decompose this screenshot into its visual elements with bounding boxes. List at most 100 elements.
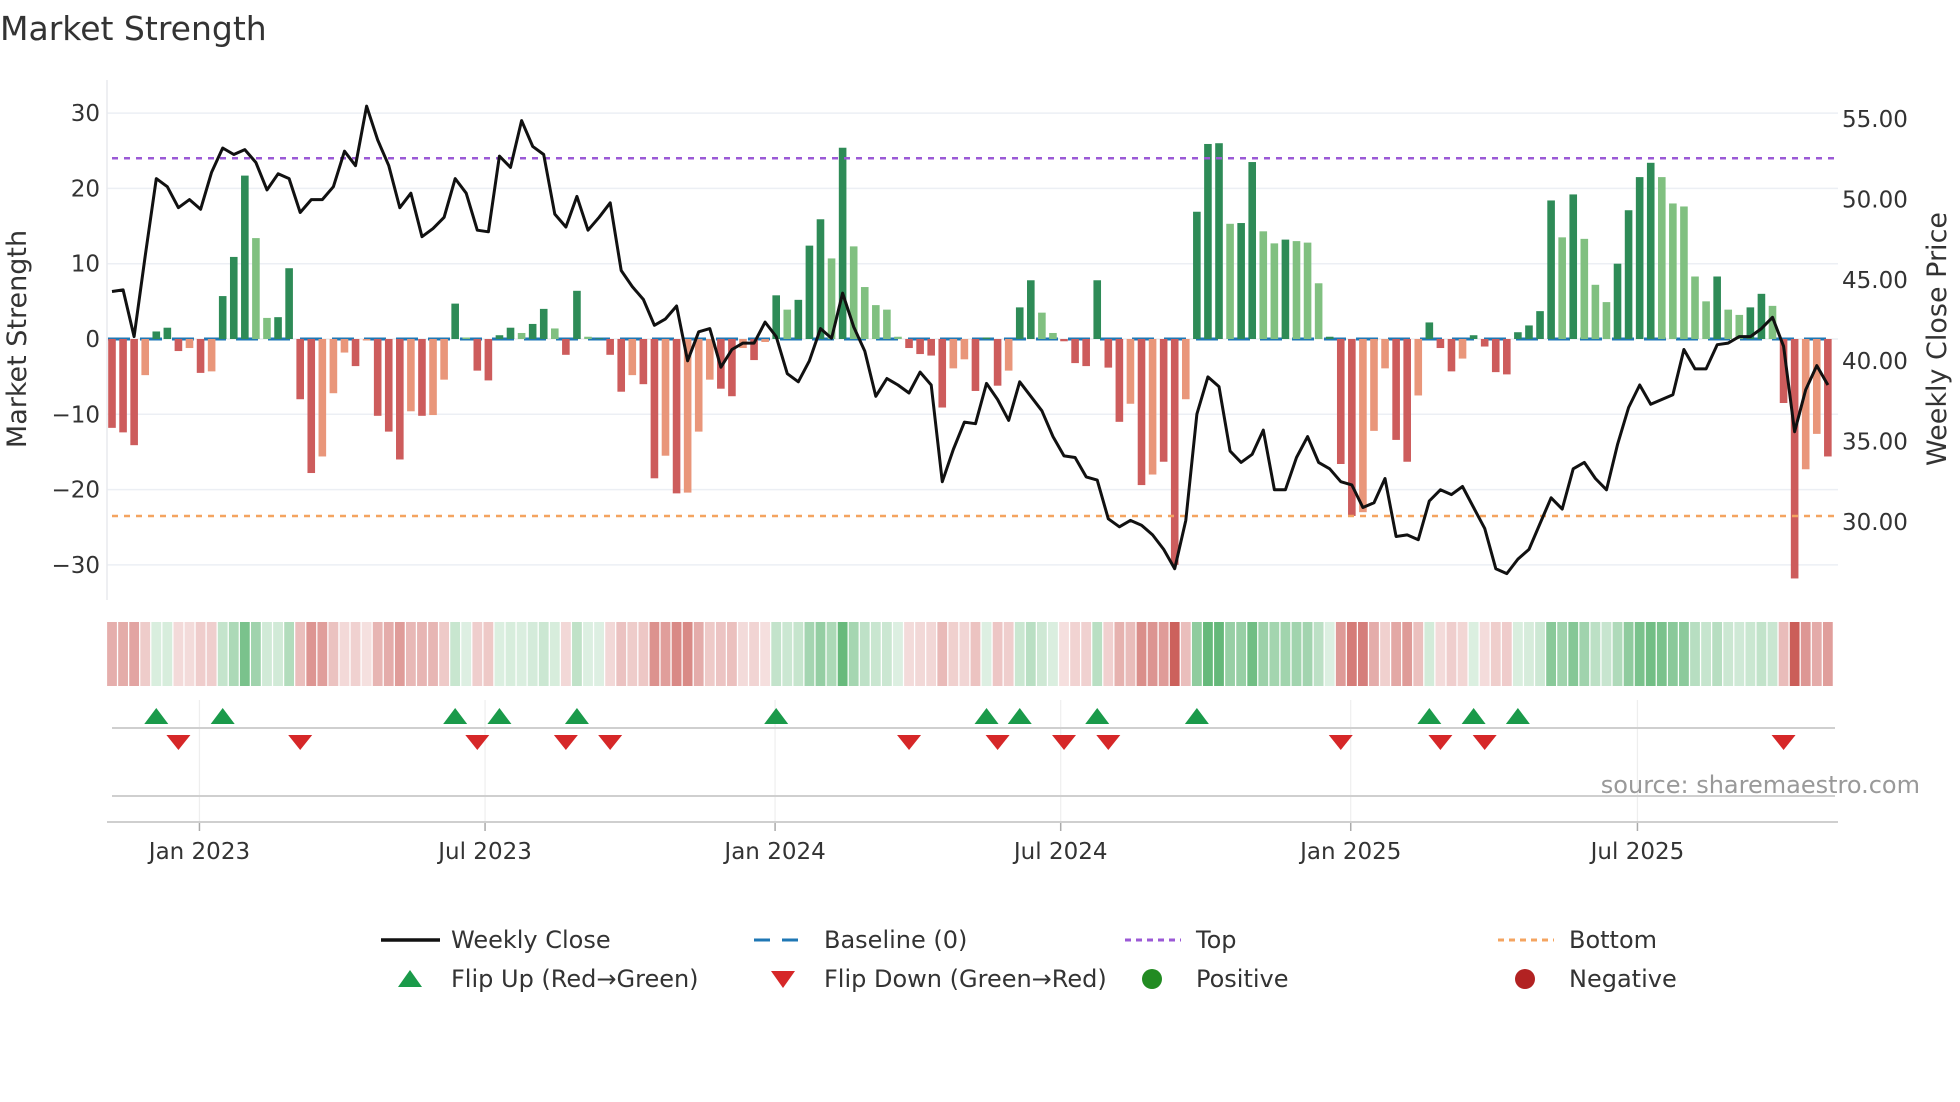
- strength-bar: [606, 339, 614, 355]
- strength-bar: [1458, 339, 1467, 359]
- heat-cell: [1280, 622, 1291, 686]
- strength-bar: [1547, 200, 1555, 339]
- heat-cell: [1734, 622, 1745, 686]
- strength-bar: [462, 337, 471, 339]
- heat-cell: [1568, 622, 1579, 686]
- y-axis-label: Market Strength: [2, 230, 33, 448]
- flip-up-marker: [1505, 708, 1530, 724]
- heat-cell: [1601, 622, 1612, 686]
- strength-bar: [639, 339, 648, 385]
- heat-cell: [560, 622, 571, 686]
- x-tick-label: Jul 2023: [436, 839, 532, 865]
- heat-cell: [251, 622, 261, 686]
- strength-bar: [927, 339, 935, 356]
- heat-cell: [1180, 622, 1191, 686]
- heat-cell: [1656, 622, 1667, 686]
- x-tick-label: Jul 2025: [1589, 839, 1685, 865]
- heat-cell: [1191, 622, 1202, 686]
- y-tick-label: −30: [51, 553, 100, 579]
- heat-cell: [782, 622, 793, 686]
- heat-cell: [1590, 622, 1601, 686]
- strength-bar: [1159, 339, 1168, 462]
- flip-up-marker: [144, 708, 169, 724]
- strength-bar: [263, 317, 271, 339]
- x-tick-label: Jul 2024: [1012, 839, 1108, 865]
- strength-bar: [694, 339, 703, 432]
- strength-bar: [982, 337, 991, 339]
- strength-bar: [1558, 237, 1566, 339]
- strength-bar: [1015, 307, 1024, 339]
- strength-bar: [1082, 339, 1090, 367]
- heat-cell: [1402, 622, 1413, 686]
- legend-label-weekly-close: Weekly Close: [451, 926, 611, 954]
- strength-bar: [1569, 194, 1578, 339]
- y-tick-label: −20: [51, 478, 100, 504]
- flip-up-marker: [1184, 708, 1209, 724]
- strength-bar: [949, 339, 958, 369]
- heat-cell: [1147, 622, 1158, 686]
- heat-cell: [295, 622, 306, 686]
- strength-bar: [761, 339, 769, 343]
- market-strength-chart: Market Strength −30 −20 −10 0 10 20 30 30.00 35.…: [0, 9, 1953, 993]
- strength-bar: [407, 339, 415, 412]
- heat-cell: [915, 622, 926, 686]
- heat-cell: [262, 622, 272, 686]
- heat-cell: [461, 622, 472, 686]
- flip-up-marker: [974, 708, 999, 724]
- heat-cell: [1346, 622, 1357, 686]
- flip-down-marker: [465, 735, 490, 750]
- heat-cell: [1081, 622, 1092, 686]
- strength-bar: [1027, 280, 1035, 339]
- strength-bar: [1336, 339, 1345, 464]
- heat-cell: [284, 622, 295, 686]
- heat-cell: [948, 622, 959, 686]
- heat-cell: [239, 622, 250, 686]
- heat-cell: [1701, 622, 1711, 686]
- strength-bar: [1503, 339, 1511, 375]
- heat-cell: [1214, 622, 1224, 686]
- heat-cell: [1036, 622, 1047, 686]
- heat-cell: [760, 622, 771, 686]
- heat-cell: [1767, 622, 1778, 686]
- strength-bar: [1126, 339, 1135, 404]
- legend-label-flip-down: Flip Down (Green→Red): [824, 965, 1107, 993]
- strength-bar: [1281, 239, 1290, 339]
- heat-cell: [527, 622, 538, 686]
- strength-bar: [650, 339, 659, 479]
- heat-cell: [848, 622, 859, 686]
- flip-up-marker: [487, 708, 512, 724]
- heat-cell: [793, 622, 804, 686]
- heat-cell: [472, 622, 483, 686]
- heat-cell: [904, 622, 914, 686]
- heat-cell: [129, 622, 140, 686]
- heat-cell: [738, 622, 748, 686]
- heat-cell: [1712, 622, 1723, 686]
- heat-cell: [1269, 622, 1280, 686]
- legend-label-flip-up: Flip Up (Red→Green): [451, 965, 699, 993]
- heat-cell: [1003, 622, 1014, 686]
- heat-cell: [1789, 622, 1800, 686]
- y2-axis-label: Weekly Close Price: [1922, 212, 1953, 466]
- heat-cell: [1579, 622, 1590, 686]
- strength-bar: [1414, 339, 1423, 396]
- strength-bar: [241, 175, 249, 339]
- heat-cell: [594, 622, 604, 686]
- flip-down-marker: [1771, 735, 1796, 750]
- heat-cell: [715, 622, 726, 686]
- legend: Weekly Close Baseline (0) Top Bottom Flip Up…: [381, 926, 1677, 993]
- y2-tick-label: 30.00: [1842, 510, 1908, 536]
- heat-cell: [1114, 622, 1125, 686]
- heat-cell: [151, 622, 162, 686]
- positive-legend-icon: [1142, 969, 1162, 989]
- strength-bar: [1115, 339, 1124, 422]
- strength-bar: [1812, 339, 1821, 434]
- strength-bar: [1613, 263, 1622, 339]
- heat-cell: [1457, 622, 1468, 686]
- y2-tick-label: 35.00: [1842, 429, 1908, 455]
- flip-up-marker: [1461, 708, 1486, 724]
- strength-bar: [517, 332, 526, 339]
- strength-bar: [628, 339, 637, 376]
- heat-cell: [1479, 622, 1490, 686]
- heat-cell: [1756, 622, 1767, 686]
- heat-cell: [1059, 622, 1069, 686]
